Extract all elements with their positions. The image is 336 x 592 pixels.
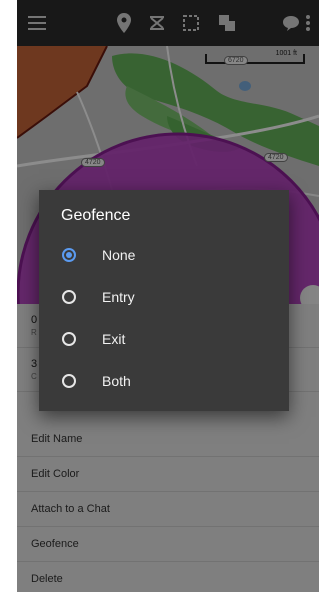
option-entry[interactable]: Entry [39,276,289,318]
radio-unselected-icon[interactable] [62,332,76,346]
geofence-dialog: Geofence None Entry Exit Both [39,190,289,411]
radio-unselected-icon[interactable] [62,374,76,388]
radio-unselected-icon[interactable] [62,290,76,304]
dialog-title: Geofence [61,207,131,224]
option-exit[interactable]: Exit [39,318,289,360]
option-label: Entry [102,289,135,305]
phone-screen: 1001 ft 6720 4720 4720 0 R 3 C Edit Name… [17,0,319,592]
option-none[interactable]: None [39,234,289,276]
option-label: Exit [102,331,126,347]
option-both[interactable]: Both [39,360,289,402]
radio-selected-icon[interactable] [62,248,76,262]
option-label: None [102,247,136,263]
option-label: Both [102,373,131,389]
